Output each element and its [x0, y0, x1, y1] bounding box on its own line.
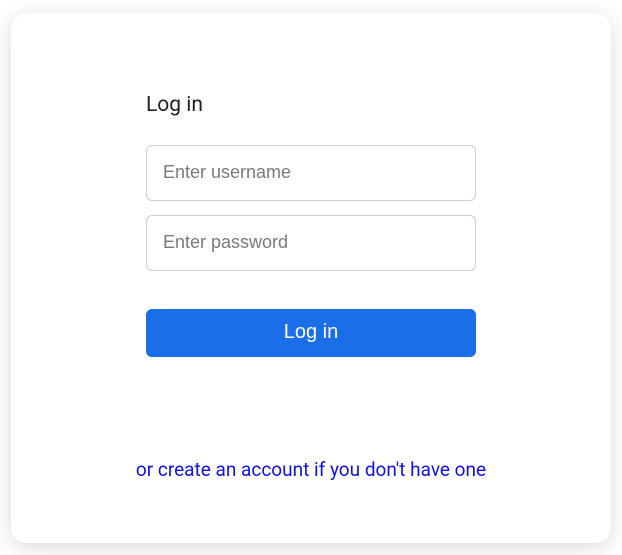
login-button[interactable]: Log in	[146, 309, 476, 357]
login-form: Log in Log in	[146, 93, 476, 357]
password-input[interactable]	[146, 215, 476, 271]
username-input[interactable]	[146, 145, 476, 201]
login-card: Log in Log in or create an account if yo…	[11, 13, 611, 543]
login-heading: Log in	[146, 93, 476, 117]
footer: or create an account if you don't have o…	[11, 458, 611, 481]
create-account-link[interactable]: or create an account if you don't have o…	[136, 458, 486, 481]
